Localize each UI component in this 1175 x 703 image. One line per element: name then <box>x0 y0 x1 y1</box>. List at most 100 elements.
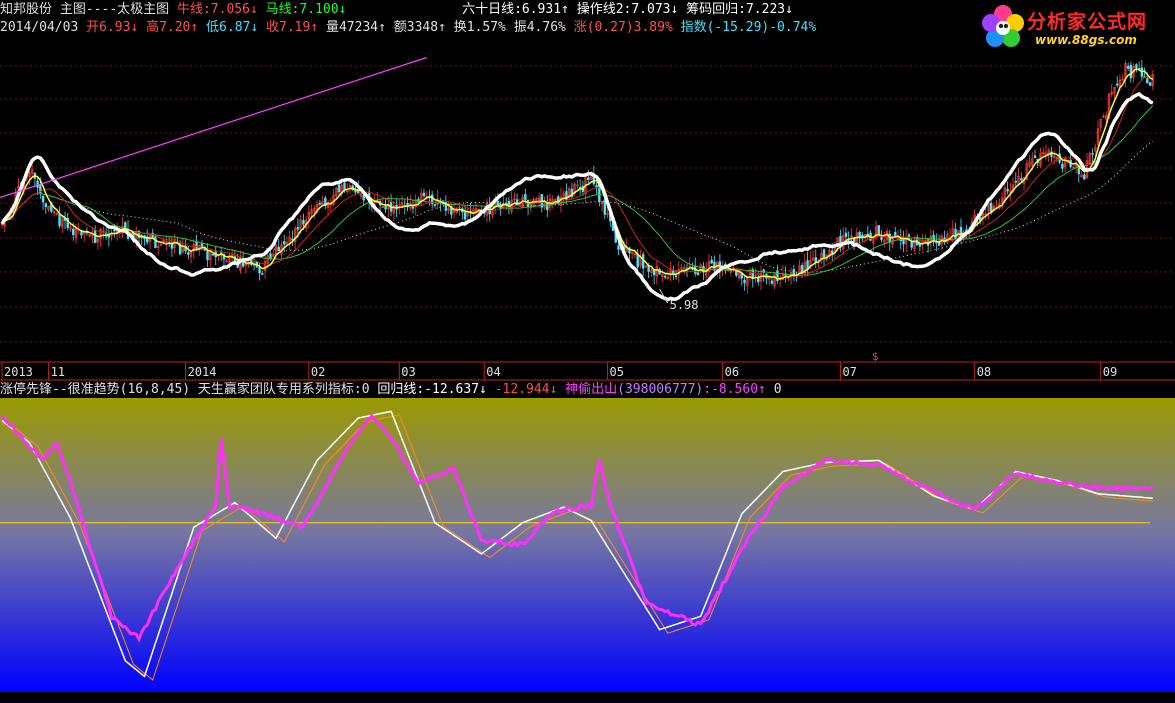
candle-body <box>337 184 341 193</box>
indicator-panel-bg <box>0 398 1175 692</box>
second-line-value: -12.944 <box>494 382 550 397</box>
horse-arrow-icon: ↓ <box>338 2 347 17</box>
logo-name: 分析家公式网 <box>1027 11 1148 33</box>
candle-body <box>422 192 426 197</box>
main-chart-header: 知邦股份 主图----太极主图 牛线:7.056↓ 马线:7.100↓ 六十日线… <box>0 1 793 19</box>
candle-body <box>1083 174 1086 180</box>
regress-line-value: 回归线:-12.637 <box>377 382 480 397</box>
quote-index: 指数(-15.29)-0.74% <box>680 20 817 35</box>
sixty-day-value: 六十日线:6.931 <box>462 2 562 17</box>
candle-body <box>206 250 209 261</box>
candle-body <box>362 195 365 201</box>
indicator-title: 涨停先锋--很准趋势(16,8,45) <box>0 382 191 397</box>
candle-body <box>696 272 700 276</box>
candle-body <box>1091 153 1094 155</box>
candle-body <box>524 194 527 200</box>
candle-body <box>822 249 826 258</box>
quote-high: 高7.20 <box>146 20 191 35</box>
x-tick-label: 04 <box>486 365 500 379</box>
min-price-label: 5.98 <box>670 298 699 312</box>
main-chart-label: 主图----太极主图 <box>59 2 170 17</box>
quote-amplitude: 振4.76% <box>513 20 566 35</box>
quote-volume: 量47234 <box>325 20 379 35</box>
candle-body <box>672 270 675 274</box>
volume-arrow-icon: ↑ <box>378 20 386 35</box>
candle-body <box>663 275 667 278</box>
candle-body <box>1135 64 1138 68</box>
candle-body <box>318 202 322 205</box>
candle-body <box>1129 64 1133 79</box>
candle-body <box>302 220 305 225</box>
logo-url: www.88gs.com <box>1035 33 1137 47</box>
x-tick-label: 11 <box>51 365 65 379</box>
quote-change: 涨(0.27)3.89% <box>573 20 673 35</box>
candle-body <box>187 252 190 255</box>
quote-amount: 额3348 <box>393 20 439 35</box>
candle-body <box>770 280 774 284</box>
x-tick-label: 09 <box>1103 365 1117 379</box>
indicator-last-value: 0 <box>773 382 782 397</box>
shentou-label: 神偷出山 <box>565 382 618 397</box>
site-logo: 分析家公式网 www.88gs.com <box>975 0 1175 52</box>
candle-body <box>587 177 590 180</box>
chip-arrow-icon: ↓ <box>785 2 793 17</box>
candle-body <box>1020 178 1023 181</box>
x-tick-label: 08 <box>977 365 991 379</box>
candle-body <box>617 245 620 250</box>
candle-body <box>603 199 607 215</box>
quote-turnover: 换1.57% <box>453 20 506 35</box>
candle-body <box>1006 188 1009 192</box>
quote-open: 开6.93 <box>86 20 131 35</box>
bull-arrow-icon: ↓ <box>249 2 258 17</box>
flower-logo-icon <box>982 5 1024 47</box>
candle-body <box>1146 78 1149 84</box>
x-tick-label: 02 <box>311 365 325 379</box>
candle-body <box>258 266 261 274</box>
stock-name: 知邦股份 <box>0 2 53 17</box>
candle-body <box>58 214 61 227</box>
candle-body <box>261 273 264 275</box>
candle-body <box>154 236 157 249</box>
shentou-arrow-icon: ↑ <box>758 382 766 397</box>
candle-body <box>36 180 39 188</box>
candle-body <box>674 275 678 278</box>
candle-body <box>41 195 45 203</box>
candle-body <box>72 228 75 236</box>
candle-body <box>894 232 897 236</box>
candle-body <box>463 212 467 220</box>
candle-body <box>710 259 713 264</box>
quote-low: 低6.87 <box>206 20 251 35</box>
quote-bar: 2014/04/03 开6.93↓ 高7.20↑ 低6.87↓ 收7.19↑ 量… <box>0 19 816 37</box>
x-tick-label: 2014 <box>188 365 217 379</box>
candle-body <box>44 203 48 207</box>
stock-chart: 5.98 2013 11 2014 02 03 04 05 06 07 08 09 $ <box>0 0 1175 703</box>
candle-body <box>124 222 127 228</box>
signal-marker-icon: $ <box>872 350 879 363</box>
x-tick-label: 07 <box>842 365 856 379</box>
candle-body <box>858 231 861 238</box>
indicator-header: 涨停先锋--很准趋势(16,8,45) 天生赢家团队专用系列指标:0 回归线:-… <box>0 381 782 399</box>
x-tick-label: 2013 <box>4 365 33 379</box>
candle-body <box>277 246 280 252</box>
chip-regress-value: 筹码回归:7.223 <box>686 2 786 17</box>
horse-line-value: 马线:7.100 <box>265 2 339 17</box>
candle-body <box>954 228 957 239</box>
candle-body <box>384 205 387 210</box>
candle-body <box>211 253 215 256</box>
second-arrow-icon: ↓ <box>549 382 558 397</box>
quote-close: 收7.19 <box>266 20 311 35</box>
candle-body <box>93 230 97 244</box>
candle-body <box>1115 83 1119 86</box>
candle-body <box>113 229 116 232</box>
candle-body <box>1014 180 1018 183</box>
candle-body <box>195 241 198 250</box>
candle-body <box>814 257 817 263</box>
candle-body <box>433 204 437 206</box>
low-arrow-icon: ↓ <box>250 20 259 35</box>
regress-arrow-icon: ↓ <box>479 382 487 397</box>
candle-body <box>296 227 300 230</box>
operate-arrow-icon: ↓ <box>670 2 679 17</box>
candle-body <box>844 232 848 237</box>
quote-date: 2014/04/03 <box>0 20 79 35</box>
close-arrow-icon: ↑ <box>310 20 319 35</box>
